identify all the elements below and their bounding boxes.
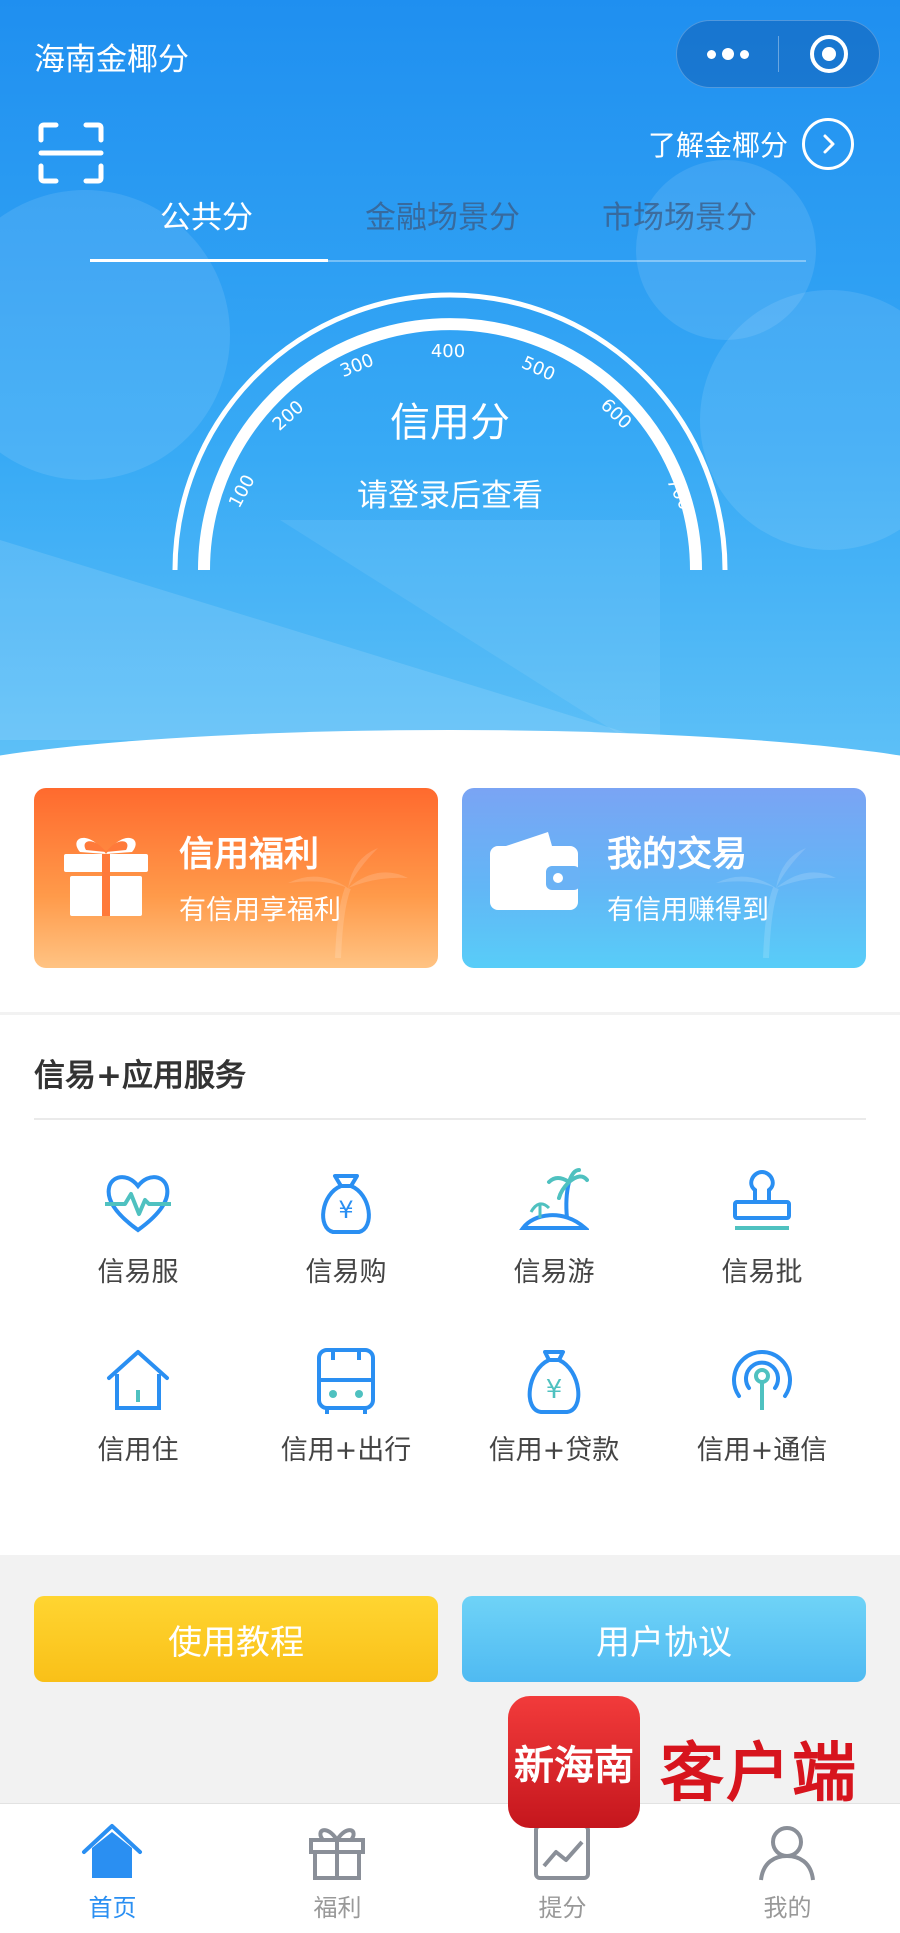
nav-benefits[interactable]: 福利 — [225, 1818, 450, 1928]
service-label: 信易批 — [721, 1257, 803, 1288]
service-label: 信用+通信 — [696, 1435, 828, 1466]
nav-label: 首页 — [88, 1894, 137, 1922]
service-label: 信用+贷款 — [488, 1435, 620, 1466]
more-button[interactable] — [677, 21, 778, 87]
active-tab-indicator — [90, 259, 328, 262]
card-subtitle: 有信用赚得到 — [607, 895, 769, 926]
tab-finance-score[interactable]: 金融场景分 — [365, 192, 520, 237]
island-palm-icon — [519, 1168, 589, 1230]
close-button[interactable] — [779, 21, 879, 87]
watermark-logo: 新海南 — [508, 1696, 640, 1828]
watermark-text: 客户端 — [660, 1736, 858, 1811]
tutorial-button[interactable]: 使用教程 — [34, 1596, 438, 1682]
service-credit-loan[interactable]: ¥ 信用+贷款 — [450, 1346, 658, 1486]
credit-benefits-card[interactable]: 信用福利 有信用享福利 — [34, 788, 438, 968]
tab-public-score[interactable]: 公共分 — [160, 192, 253, 237]
money-bag-icon: ¥ — [321, 1174, 371, 1234]
bottom-nav: 首页 福利 提分 我的 — [0, 1803, 900, 1933]
service-credit-telecom[interactable]: 信用+通信 — [658, 1346, 866, 1486]
service-credit-travel[interactable]: 信用+出行 — [242, 1346, 450, 1486]
loan-bag-icon: ¥ — [527, 1350, 581, 1414]
score-tabs: 公共分 金融场景分 市场场景分 — [90, 186, 806, 262]
learn-label: 了解金椰分 — [648, 129, 789, 162]
my-transactions-card[interactable]: 我的交易 有信用赚得到 — [462, 788, 866, 968]
learn-score-link[interactable]: 了解金椰分 — [648, 118, 855, 170]
gift-icon — [309, 1828, 365, 1880]
card-title: 我的交易 — [607, 835, 748, 875]
service-label: 信易游 — [513, 1257, 595, 1288]
service-xinyipi[interactable]: 信易批 — [658, 1168, 866, 1308]
gauge-title: 信用分 — [390, 400, 510, 446]
chevron-right-icon — [802, 118, 855, 170]
login-prompt[interactable]: 请登录后查看 — [0, 470, 900, 515]
svg-text:¥: ¥ — [546, 1375, 563, 1405]
trend-icon — [534, 1824, 590, 1880]
service-label: 信用住 — [97, 1435, 179, 1466]
gauge-tick: 500 — [518, 352, 558, 385]
service-label: 信用+出行 — [280, 1435, 412, 1466]
card-subtitle: 有信用享福利 — [179, 895, 341, 926]
house-icon — [107, 1350, 169, 1410]
service-xinyifu[interactable]: 信易服 — [34, 1168, 242, 1308]
card-title: 信用福利 — [179, 835, 320, 875]
nav-label: 福利 — [313, 1894, 362, 1922]
nav-label: 提分 — [538, 1894, 587, 1922]
service-xinyigou[interactable]: ¥ 信易购 — [242, 1168, 450, 1308]
nav-label: 我的 — [763, 1894, 812, 1922]
signal-icon — [732, 1350, 792, 1410]
home-icon — [82, 1824, 142, 1878]
nav-home[interactable]: 首页 — [0, 1818, 225, 1928]
tab-market-score[interactable]: 市场场景分 — [602, 192, 757, 237]
user-agreement-button[interactable]: 用户协议 — [462, 1596, 866, 1682]
app-title: 海南金椰分 — [34, 42, 189, 78]
nav-mine[interactable]: 我的 — [675, 1818, 900, 1928]
mini-program-capsule — [676, 20, 880, 88]
gift-icon — [64, 837, 148, 916]
bus-icon — [317, 1348, 375, 1414]
divider — [34, 1118, 866, 1120]
close-icon — [809, 35, 848, 73]
user-icon — [759, 1826, 815, 1881]
service-label: 信易服 — [97, 1257, 179, 1288]
wallet-icon — [490, 832, 580, 910]
heart-pulse-icon — [105, 1175, 171, 1233]
service-xinyiyou[interactable]: 信易游 — [450, 1168, 658, 1308]
stamp-icon — [733, 1169, 791, 1230]
gauge-tick: 400 — [431, 341, 465, 362]
service-xinyongzhu[interactable]: 信用住 — [34, 1346, 242, 1486]
svg-text:¥: ¥ — [338, 1196, 353, 1224]
nav-raise-score[interactable]: 提分 — [450, 1818, 675, 1928]
services-title: 信易+应用服务 — [34, 1058, 246, 1094]
scan-icon[interactable] — [38, 122, 104, 184]
service-label: 信易购 — [305, 1257, 387, 1288]
